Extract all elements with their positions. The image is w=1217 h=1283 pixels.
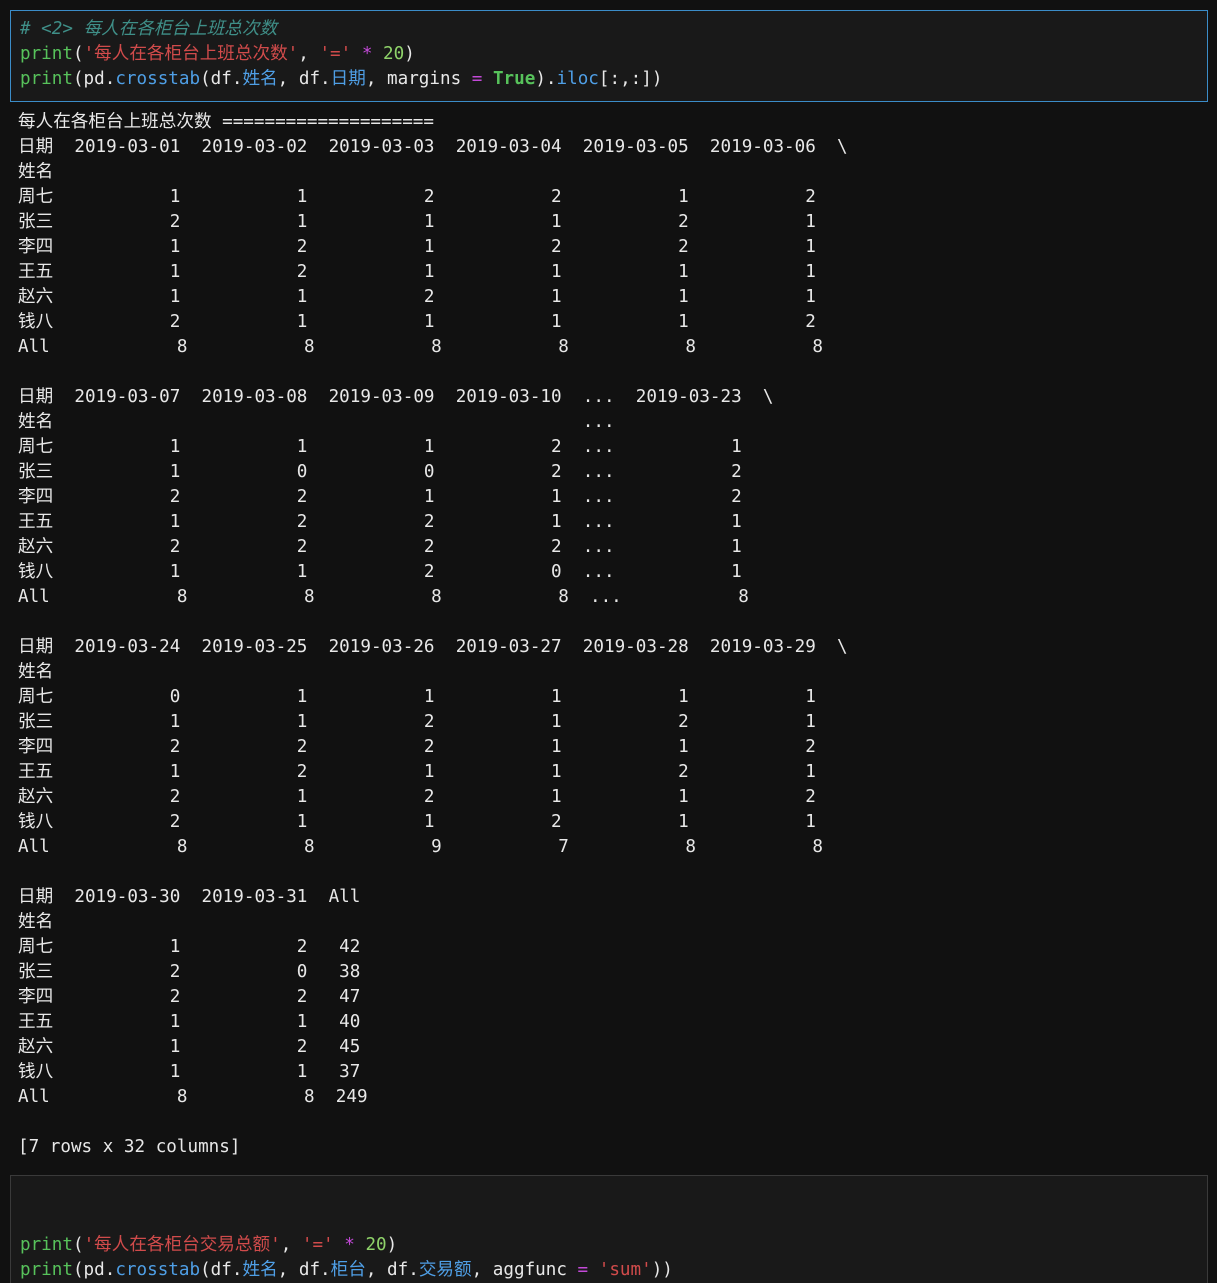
code-token: ). [535, 69, 557, 89]
output-line: [7 rows x 32 columns] [18, 1137, 241, 1157]
code-token: '=' [319, 44, 352, 64]
output-line: 赵六 2 2 2 2 ... 1 [18, 537, 742, 557]
code-token: , df. [365, 1260, 419, 1280]
code-token: crosstab [115, 1260, 201, 1280]
code-token: '=' [301, 1235, 334, 1255]
code-line[interactable]: # <2> 每人在各柜台上班总次数 [20, 17, 277, 42]
output-line: 日期 2019-03-01 2019-03-02 2019-03-03 2019… [18, 137, 848, 157]
code-token: print [20, 1235, 73, 1255]
output-line: 李四 2 2 2 1 1 2 [18, 737, 816, 757]
code-token: 'sum' [598, 1260, 652, 1280]
code-token: ( [72, 44, 84, 64]
code-token: '每人在各柜台上班总次数' [83, 44, 299, 64]
output-line: 钱八 1 1 37 [18, 1062, 361, 1082]
code-token: 20 [383, 44, 405, 64]
code-token: )) [651, 1260, 673, 1280]
output-line: 钱八 2 1 1 2 1 1 [18, 812, 816, 832]
code-token: * [344, 1235, 355, 1255]
code-token: , [280, 1235, 302, 1255]
code-token: # <2> 每人在各柜台上班总次数 [20, 19, 278, 39]
code-token: print [20, 44, 73, 64]
output-line: 李四 2 2 47 [18, 987, 361, 1007]
output-line: 王五 1 2 1 1 1 1 [18, 262, 816, 282]
code-line[interactable]: print('每人在各柜台交易总额', '=' * 20) [20, 1233, 397, 1258]
code-token: iloc [556, 69, 599, 89]
output-line: 姓名 [18, 662, 54, 682]
code-token: , [298, 44, 320, 64]
cell-output: 每人在各柜台上班总次数 ==================== 日期 2019-… [18, 110, 848, 1160]
output-line: 张三 2 1 1 1 2 1 [18, 212, 816, 232]
output-line: All 8 8 8 8 ... 8 [18, 587, 749, 607]
output-line: 周七 1 2 42 [18, 937, 361, 957]
output-line: 周七 0 1 1 1 1 1 [18, 687, 816, 707]
code-line[interactable]: print(pd.crosstab(df.姓名, df.柜台, df.交易额, … [20, 1258, 673, 1283]
output-line: 钱八 1 1 2 0 ... 1 [18, 562, 742, 582]
code-token: 姓名 [242, 69, 278, 89]
code-token: = [471, 69, 483, 89]
code-token: ) [404, 44, 415, 64]
output-line: All 8 8 9 7 8 8 [18, 837, 824, 857]
output-line: 日期 2019-03-07 2019-03-08 2019-03-09 2019… [18, 387, 774, 407]
output-line: 赵六 1 2 45 [18, 1037, 361, 1057]
output-line: 日期 2019-03-30 2019-03-31 All [18, 887, 361, 907]
code-token: '每人在各柜台交易总额' [83, 1235, 281, 1255]
code-token: (df. [200, 69, 243, 89]
code-token: 日期 [330, 69, 366, 89]
code-token: * [361, 44, 373, 64]
output-line: 周七 1 1 2 2 1 2 [18, 187, 816, 207]
code-token: , df. [277, 69, 331, 89]
output-line: 李四 1 2 1 2 2 1 [18, 237, 816, 257]
code-token: (pd. [72, 69, 116, 89]
output-line: 张三 1 1 2 1 2 1 [18, 712, 816, 732]
output-line: 王五 1 1 40 [18, 1012, 361, 1032]
code-token: 交易额 [418, 1260, 472, 1280]
code-token: 姓名 [242, 1260, 278, 1280]
output-line: 日期 2019-03-24 2019-03-25 2019-03-26 2019… [18, 637, 848, 657]
code-token: = [577, 1260, 589, 1280]
output-line: 钱八 2 1 1 1 1 2 [18, 312, 816, 332]
output-line: 姓名 [18, 912, 54, 932]
code-token: , df. [277, 1260, 331, 1280]
output-line: All 8 8 249 [18, 1087, 368, 1107]
code-token: , aggfunc [471, 1260, 578, 1280]
output-line: All 8 8 8 8 8 8 [18, 337, 824, 357]
code-token: ( [72, 1235, 84, 1255]
code-token: , margins [365, 69, 472, 89]
code-token: [:,:]) [598, 69, 663, 89]
output-line: 张三 1 0 0 2 ... 2 [18, 462, 742, 482]
code-token: (pd. [72, 1260, 116, 1280]
output-line: 周七 1 1 1 2 ... 1 [18, 437, 742, 457]
output-line: 王五 1 2 2 1 ... 1 [18, 512, 742, 532]
code-line[interactable]: print('每人在各柜台上班总次数', '=' * 20) [20, 42, 415, 67]
output-line: 每人在各柜台上班总次数 ==================== [18, 112, 434, 132]
code-token: print [20, 69, 73, 89]
code-token: 柜台 [330, 1260, 366, 1280]
output-line: 赵六 1 1 2 1 1 1 [18, 287, 816, 307]
output-line: 姓名 [18, 162, 54, 182]
output-line: 赵六 2 1 2 1 1 2 [18, 787, 816, 807]
code-token: print [20, 1260, 73, 1280]
code-token: 20 [365, 1235, 387, 1255]
output-line: 张三 2 0 38 [18, 962, 361, 982]
output-line: 姓名 ... [18, 412, 615, 432]
output-line: 王五 1 2 1 1 2 1 [18, 762, 816, 782]
code-line[interactable]: print(pd.crosstab(df.姓名, df.日期, margins … [20, 67, 662, 92]
code-token: ) [386, 1235, 398, 1255]
code-token: crosstab [115, 69, 201, 89]
code-token: True [492, 69, 536, 89]
code-token: (df. [200, 1260, 243, 1280]
output-line: 李四 2 2 1 1 ... 2 [18, 487, 742, 507]
